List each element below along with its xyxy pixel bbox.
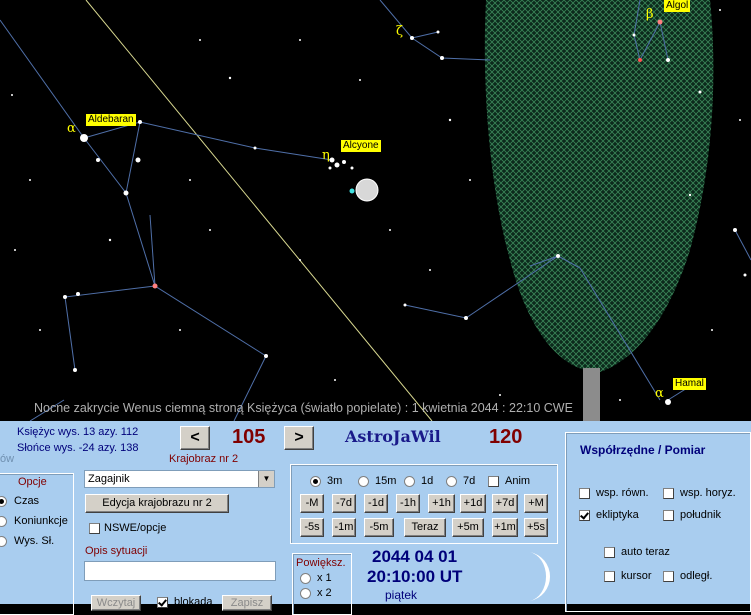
eq-coords-checkbox[interactable] xyxy=(579,488,590,499)
venus xyxy=(349,188,355,194)
app-title: AstroJaWil xyxy=(345,427,441,446)
eq-coords-label: wsp. równ. xyxy=(596,487,649,499)
next-landscape-button[interactable]: > xyxy=(284,426,314,450)
anim-label: Anim xyxy=(505,475,531,487)
meridian-label: południk xyxy=(680,509,721,521)
step-minus-1m-button[interactable]: -1m xyxy=(332,518,356,537)
coords-group xyxy=(565,432,751,612)
distance-checkbox[interactable] xyxy=(663,571,674,582)
auto-now-checkbox[interactable] xyxy=(604,547,615,558)
zoom-x2-label: x 2 xyxy=(317,587,332,599)
step-15m-label: 15m xyxy=(375,475,397,487)
step-minus-1h-button[interactable]: -1h xyxy=(396,494,420,513)
greek-beta-per: β xyxy=(646,7,654,22)
distance-label: odległ. xyxy=(680,570,713,582)
step-plus-1h-button[interactable]: +1h xyxy=(428,494,455,513)
constellation-taurus xyxy=(0,19,333,421)
option-koniunkcje-label: Koniunkcje xyxy=(14,515,68,527)
now-button[interactable]: Teraz xyxy=(404,518,446,537)
save-button[interactable]: Zapisz xyxy=(222,595,272,611)
sky-view[interactable]: Aldebaran Alcyone Algol Hamal α η ζ β α … xyxy=(0,0,751,421)
cursor-label: kursor xyxy=(621,570,652,582)
coords-title: Współrzędne / Pomiar xyxy=(580,443,706,457)
step-minus-5m-button[interactable]: -5m xyxy=(364,518,394,537)
zoom-x1-label: x 1 xyxy=(317,572,332,584)
lock-label: blokada xyxy=(174,596,213,608)
truncated-label: ów xyxy=(0,453,15,465)
situation-input[interactable] xyxy=(84,561,276,581)
event-caption: Nocne zakrycie Wenus ciemną stroną Księż… xyxy=(34,401,573,415)
hor-coords-label: wsp. horyz. xyxy=(680,487,736,499)
ecliptic-label: ekliptyka xyxy=(596,509,639,521)
zoom-x2-radio[interactable] xyxy=(300,588,311,599)
moon-phase-icon xyxy=(530,552,551,601)
landscape-select-value: Zagajnik xyxy=(88,473,130,485)
step-plus-5m-button[interactable]: +5m xyxy=(452,518,484,537)
landscape-select[interactable]: Zagajnik ▼ xyxy=(84,470,275,488)
prev-landscape-button[interactable]: < xyxy=(180,426,210,450)
step-plus-month-button[interactable]: +M xyxy=(524,494,548,513)
landscape-label: Krajobraz nr 2 xyxy=(169,453,239,465)
label-alcyone: Alcyone xyxy=(341,140,381,152)
option-wys-label: Wys. Sł. xyxy=(14,535,55,547)
step-minus-5s-button[interactable]: -5s xyxy=(300,518,324,537)
step-plus-1m-button[interactable]: +1m xyxy=(492,518,518,537)
landscape-number: 105 xyxy=(232,426,266,448)
sun-info: Słońce wys. -24 azy. 138 xyxy=(17,442,139,454)
zoom-title: Powiększ. xyxy=(296,557,346,569)
step-minus-1d-button[interactable]: -1d xyxy=(364,494,388,513)
load-button[interactable]: Wczytaj xyxy=(91,595,141,611)
ecliptic-checkbox[interactable] xyxy=(579,510,590,521)
step-minus-month-button[interactable]: -M xyxy=(300,494,324,513)
control-panel: Księżyc wys. 13 azy. 112 Słońce wys. -24… xyxy=(0,421,751,615)
step-1d-radio[interactable] xyxy=(404,476,415,487)
date-display: 2044 04 01 xyxy=(372,547,458,566)
hor-coords-checkbox[interactable] xyxy=(663,488,674,499)
weekday-display: piątek xyxy=(385,588,418,602)
label-hamal: Hamal xyxy=(673,378,706,390)
app-number: 120 xyxy=(489,426,523,448)
greek-alpha-tau: α xyxy=(67,121,76,136)
label-algol: Algol xyxy=(664,0,691,12)
step-7d-radio[interactable] xyxy=(446,476,457,487)
nswe-label: NSWE/opcje xyxy=(104,522,167,534)
nswe-checkbox[interactable] xyxy=(89,523,100,534)
situation-label: Opis sytuacji xyxy=(85,545,148,557)
step-plus-7d-button[interactable]: +7d xyxy=(492,494,518,513)
step-3m-label: 3m xyxy=(327,475,343,487)
options-title: Opcje xyxy=(16,476,49,488)
greek-alpha-ari: α xyxy=(655,386,664,401)
cursor-checkbox[interactable] xyxy=(604,571,615,582)
meridian-checkbox[interactable] xyxy=(663,510,674,521)
tree-trunk xyxy=(583,368,600,421)
step-15m-radio[interactable] xyxy=(358,476,369,487)
zoom-x1-radio[interactable] xyxy=(300,573,311,584)
step-plus-5s-button[interactable]: +5s xyxy=(524,518,548,537)
greek-zeta: ζ xyxy=(396,24,404,39)
lock-checkbox[interactable] xyxy=(157,597,168,608)
sky-map[interactable] xyxy=(0,0,751,421)
step-minus-7d-button[interactable]: -7d xyxy=(332,494,356,513)
greek-eta-tau: η xyxy=(322,148,330,163)
step-3m-radio[interactable] xyxy=(310,476,321,487)
step-plus-1d-button[interactable]: +1d xyxy=(460,494,486,513)
anim-checkbox[interactable] xyxy=(488,476,499,487)
ecliptic-line xyxy=(85,0,433,421)
time-display: 20:10:00 UT xyxy=(367,567,463,586)
option-czas-label: Czas xyxy=(14,495,40,507)
auto-now-label: auto teraz xyxy=(621,546,670,558)
edit-landscape-button[interactable]: Edycja krajobrazu nr 2 xyxy=(85,494,229,513)
moon-info: Księżyc wys. 13 azy. 112 xyxy=(17,426,139,438)
label-aldebaran: Aldebaran xyxy=(86,114,136,126)
step-7d-label: 7d xyxy=(463,475,476,487)
step-1d-label: 1d xyxy=(421,475,434,487)
chevron-down-icon[interactable]: ▼ xyxy=(258,471,274,487)
